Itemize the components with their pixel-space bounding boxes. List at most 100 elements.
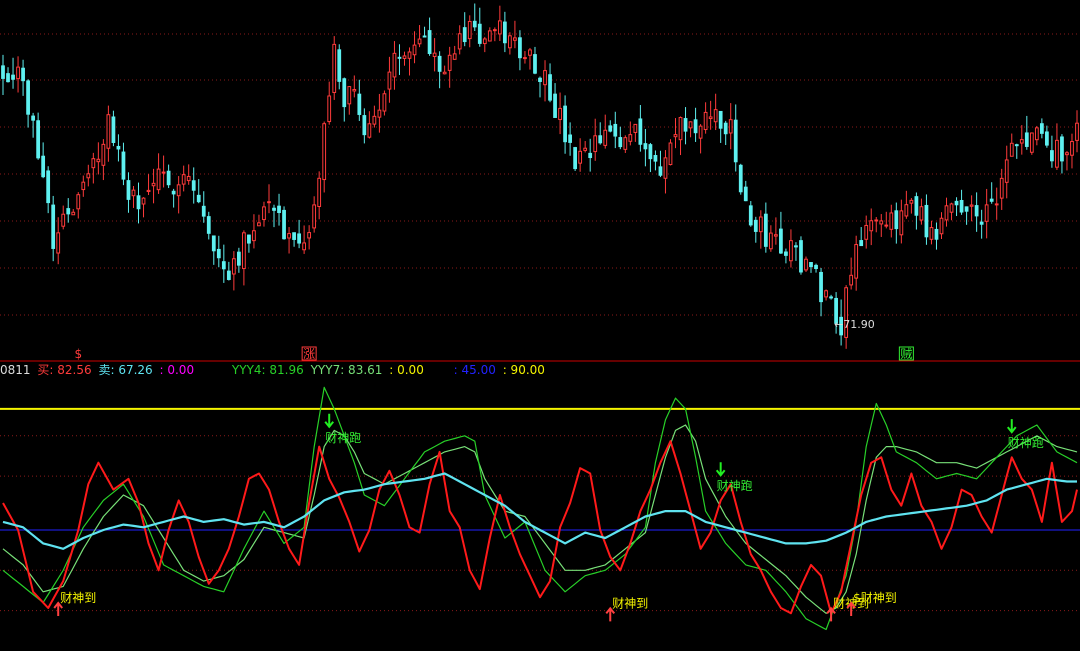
candle-body <box>979 221 984 225</box>
signal-label: 财神到 <box>612 596 648 610</box>
candle-body <box>974 205 979 217</box>
readout-45: : 45.00 <box>453 363 496 377</box>
candle-body <box>784 251 788 256</box>
candle-body <box>829 296 833 299</box>
candle[interactable] <box>1029 132 1034 155</box>
candle[interactable] <box>799 236 803 275</box>
candle-body <box>211 235 216 252</box>
candle-body <box>432 52 437 57</box>
candle-body <box>186 175 191 182</box>
candle-body <box>482 38 487 45</box>
candle-body <box>814 264 818 270</box>
candle-body <box>568 134 572 143</box>
candle-body <box>648 144 653 160</box>
candle-body <box>116 145 121 150</box>
candle-body <box>71 211 76 216</box>
candle-body <box>191 180 196 191</box>
candle-body <box>332 43 337 93</box>
readout-yyy4: YYY4: 81.96 <box>231 363 304 377</box>
candle-body <box>131 189 136 197</box>
candle-body <box>397 56 402 59</box>
candle-body <box>804 258 808 271</box>
candle-body <box>447 54 452 71</box>
candle-body <box>26 80 30 115</box>
candle-body <box>949 203 954 213</box>
candle-body <box>362 115 367 136</box>
candle-body <box>969 204 974 207</box>
candle-body <box>126 180 131 200</box>
candle[interactable] <box>573 146 578 171</box>
candle-body <box>889 212 894 230</box>
candle-body <box>502 21 507 44</box>
candle[interactable] <box>282 206 286 240</box>
candle-body <box>608 125 613 132</box>
candle-body <box>789 240 793 262</box>
candle-body <box>91 158 96 169</box>
candle-body <box>1045 131 1049 146</box>
candle-body <box>247 234 251 244</box>
candle-body <box>718 110 723 129</box>
candle-body <box>16 66 20 80</box>
candle-body <box>101 143 106 166</box>
candle-body <box>533 54 537 74</box>
readout-code: 0811 <box>0 363 31 377</box>
candle-body <box>56 232 61 254</box>
candle-body <box>252 230 256 242</box>
candle-body <box>427 30 432 54</box>
stock-chart[interactable]: ←71.90$ 涨贼 财神跑财神跑财神跑财神到 财神到 财神到$财神到 <box>0 0 1080 651</box>
candle-body <box>327 95 332 123</box>
candle-body <box>236 251 241 266</box>
candle-body <box>292 232 296 240</box>
candle-body <box>663 157 668 179</box>
candle-body <box>46 170 51 204</box>
candle-body <box>959 199 964 213</box>
candle-body <box>442 71 447 75</box>
candle-body <box>698 125 703 139</box>
signal-label: 财神跑 <box>325 431 361 445</box>
candle[interactable] <box>738 163 743 195</box>
candle-body <box>257 222 261 227</box>
candle-body <box>929 227 934 240</box>
candle-body <box>999 177 1004 199</box>
candle-body <box>1039 123 1044 134</box>
candle-body <box>819 271 823 303</box>
candle-body <box>583 147 588 151</box>
candle-body <box>287 233 291 239</box>
candle-body <box>753 219 758 232</box>
candle[interactable] <box>332 36 337 100</box>
candle-body <box>96 158 101 163</box>
candle-body <box>11 74 15 80</box>
candle-body <box>548 74 552 101</box>
candle-body <box>513 37 517 41</box>
candle-body <box>36 120 41 159</box>
candle-body <box>678 117 683 141</box>
candle-body <box>1024 132 1029 147</box>
candle-body <box>437 55 442 72</box>
candle-body <box>904 204 909 217</box>
candle-body <box>382 93 387 112</box>
candle-body <box>794 245 798 248</box>
candle-body <box>407 51 412 59</box>
candle-body <box>1050 150 1054 162</box>
candle-body <box>809 262 813 268</box>
candle-body <box>638 118 643 145</box>
candle[interactable] <box>804 256 808 272</box>
candle-body <box>141 197 146 205</box>
candle-body <box>151 182 156 187</box>
candle-body <box>914 196 919 216</box>
candle-body <box>984 204 989 222</box>
candle-body <box>518 37 522 59</box>
candle-body <box>899 210 904 236</box>
candle-body <box>1060 136 1064 162</box>
candle-body <box>543 70 547 86</box>
candle-body <box>231 258 236 275</box>
readout-yyy7: YYY7: 83.61 <box>310 363 383 377</box>
candle-body <box>487 30 492 42</box>
candle-body <box>492 29 497 32</box>
candle-body <box>472 20 477 28</box>
candle-body <box>387 71 392 90</box>
candle-body <box>121 151 126 180</box>
candle[interactable] <box>668 139 673 166</box>
candle-body <box>242 232 246 270</box>
candle-body <box>849 274 854 286</box>
